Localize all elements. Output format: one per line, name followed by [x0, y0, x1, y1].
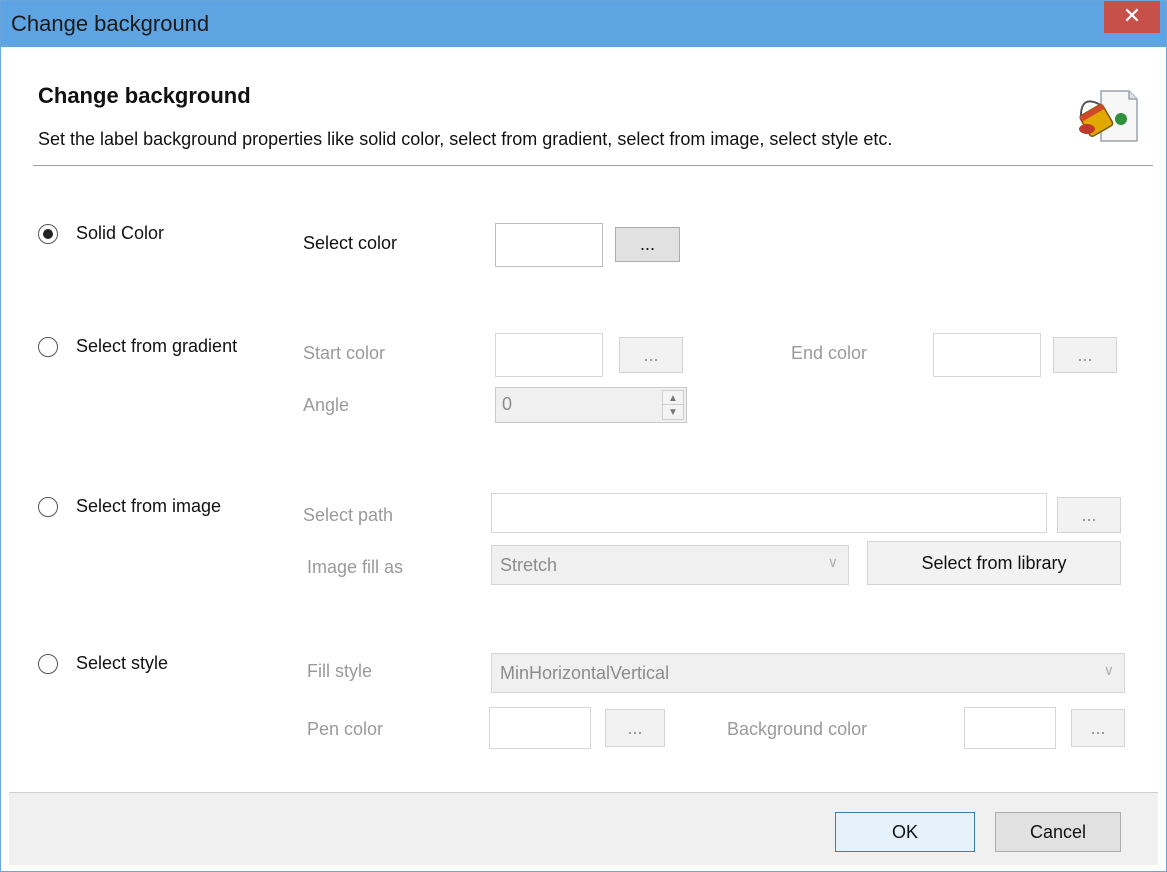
- gradient-radio-label: Select from gradient: [76, 336, 238, 356]
- angle-spinner[interactable]: 0 ▲ ▼: [495, 387, 687, 423]
- pen-color-browse-button[interactable]: ...: [605, 709, 665, 747]
- title-bar[interactable]: Change background ✕: [1, 1, 1166, 47]
- end-color-browse-button[interactable]: ...: [1053, 337, 1117, 373]
- pen-color-label: Pen color: [307, 719, 384, 739]
- ok-button[interactable]: OK: [835, 812, 975, 852]
- image-radio[interactable]: Select from image: [38, 496, 221, 517]
- start-color-swatch[interactable]: [495, 333, 603, 377]
- style-radio[interactable]: Select style: [38, 653, 168, 674]
- solid-color-radio-dot[interactable]: [38, 223, 58, 244]
- fill-style-dropdown[interactable]: MinHorizontalVertical ∨: [491, 653, 1125, 693]
- header-title: Change background: [38, 83, 251, 108]
- image-fill-value: Stretch: [500, 555, 558, 575]
- dialog-footer: OK Cancel: [9, 793, 1158, 865]
- solid-color-browse-button[interactable]: ...: [615, 227, 680, 262]
- background-color-label: Background color: [727, 719, 868, 739]
- solid-color-radio[interactable]: Solid Color: [38, 223, 164, 244]
- background-color-swatch[interactable]: [964, 707, 1056, 749]
- image-path-input[interactable]: [491, 493, 1047, 533]
- close-icon: ✕: [1122, 3, 1142, 28]
- angle-value: 0: [502, 394, 513, 414]
- style-radio-label: Select style: [76, 653, 169, 673]
- select-from-library-button[interactable]: Select from library: [867, 541, 1121, 585]
- close-button[interactable]: ✕: [1104, 1, 1160, 33]
- change-background-dialog: Change background ✕ Change background Se…: [0, 0, 1167, 872]
- image-fill-dropdown[interactable]: Stretch ∨: [491, 545, 849, 585]
- cancel-button[interactable]: Cancel: [995, 812, 1121, 852]
- select-color-label: Select color: [303, 233, 398, 253]
- fill-style-label: Fill style: [307, 661, 373, 681]
- chevron-down-icon: ∨: [827, 554, 838, 570]
- solid-color-swatch[interactable]: [495, 223, 603, 267]
- style-radio-dot[interactable]: [38, 653, 58, 674]
- gradient-radio-dot[interactable]: [38, 336, 58, 357]
- image-fill-label: Image fill as: [307, 557, 404, 577]
- end-color-label: End color: [791, 343, 868, 363]
- solid-color-radio-label: Solid Color: [76, 223, 165, 243]
- select-path-label: Select path: [303, 505, 394, 525]
- angle-label: Angle: [303, 395, 350, 415]
- end-color-swatch[interactable]: [933, 333, 1041, 377]
- start-color-label: Start color: [303, 343, 386, 363]
- image-path-browse-button[interactable]: ...: [1057, 497, 1121, 533]
- gradient-radio[interactable]: Select from gradient: [38, 336, 237, 357]
- window-title: Change background: [11, 11, 210, 36]
- pen-color-swatch[interactable]: [489, 707, 591, 749]
- start-color-browse-button[interactable]: ...: [619, 337, 683, 373]
- spinner-down-icon[interactable]: ▼: [662, 404, 684, 420]
- header-description: Set the label background properties like…: [38, 129, 893, 149]
- dialog-body: Change background Set the label backgrou…: [9, 47, 1158, 865]
- background-color-browse-button[interactable]: ...: [1071, 709, 1125, 747]
- fill-style-value: MinHorizontalVertical: [500, 663, 670, 683]
- header-separator: [33, 165, 1153, 166]
- paint-bucket-icon: [1079, 90, 1138, 142]
- chevron-down-icon: ∨: [1103, 662, 1114, 678]
- image-radio-label: Select from image: [76, 496, 222, 516]
- image-radio-dot[interactable]: [38, 496, 58, 517]
